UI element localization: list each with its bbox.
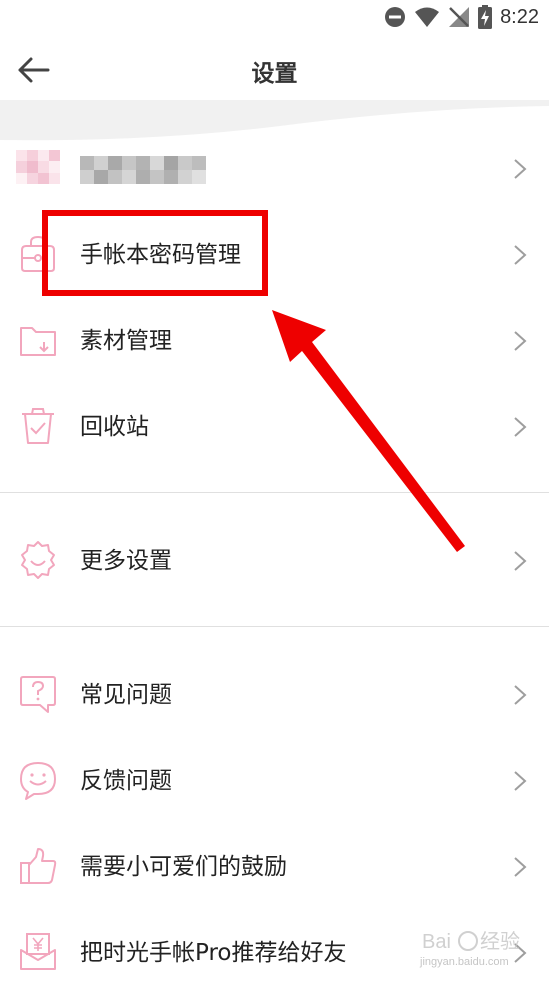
annotation-arrow bbox=[272, 310, 465, 552]
row-label: 素材管理 bbox=[80, 328, 172, 354]
row-label: 把时光手帐Pro推荐给好友 bbox=[80, 940, 347, 966]
status-bar: 8:22 bbox=[0, 0, 549, 34]
question-bubble-icon bbox=[20, 676, 56, 713]
smile-bubble-icon bbox=[20, 762, 56, 800]
thumbs-up-icon bbox=[20, 848, 57, 884]
yen-envelope-icon bbox=[20, 933, 56, 970]
app-bar: 设置 bbox=[0, 34, 549, 104]
svg-text:Bai: Bai bbox=[422, 931, 451, 953]
status-icons: 8:22 bbox=[384, 4, 539, 30]
row-feedback[interactable]: 反馈问题 bbox=[0, 738, 549, 824]
row-label: 回收站 bbox=[80, 414, 149, 440]
row-label: 更多设置 bbox=[80, 548, 172, 574]
watermark-text: jingyan.baidu.com bbox=[420, 956, 509, 968]
chevron-right-icon bbox=[514, 685, 527, 705]
avatar bbox=[16, 150, 60, 184]
gear-smile-icon bbox=[21, 541, 55, 579]
svg-text:经验: 经验 bbox=[480, 930, 520, 953]
watermark: Bai 经验 jingyan.baidu.com bbox=[420, 926, 548, 978]
row-label: 需要小可爱们的鼓励 bbox=[80, 854, 287, 880]
chevron-right-icon bbox=[514, 159, 527, 179]
chevron-right-icon bbox=[514, 245, 527, 265]
chevron-right-icon bbox=[514, 417, 527, 437]
divider bbox=[0, 626, 549, 627]
username-blurred bbox=[80, 156, 206, 184]
folder-download-icon bbox=[20, 327, 56, 356]
chevron-right-icon bbox=[514, 857, 527, 877]
chevron-right-icon bbox=[514, 771, 527, 791]
row-encourage[interactable]: 需要小可爱们的鼓励 bbox=[0, 824, 549, 910]
row-label: 常见问题 bbox=[80, 682, 172, 708]
wifi-icon bbox=[415, 7, 440, 27]
no-signal-icon bbox=[449, 7, 470, 27]
trash-check-icon bbox=[22, 408, 54, 444]
page-title: 设置 bbox=[251, 61, 298, 87]
baidu-watermark-logo: Bai 经验 bbox=[422, 930, 520, 953]
status-time: 8:22 bbox=[500, 5, 539, 28]
chevron-right-icon bbox=[514, 331, 527, 351]
annotation-highlight-box bbox=[42, 210, 268, 296]
chevron-right-icon bbox=[514, 551, 527, 571]
do-not-disturb-icon bbox=[385, 7, 406, 27]
row-faq[interactable]: 常见问题 bbox=[0, 652, 549, 738]
battery-charging-icon bbox=[478, 5, 493, 29]
row-label: 反馈问题 bbox=[80, 768, 172, 794]
